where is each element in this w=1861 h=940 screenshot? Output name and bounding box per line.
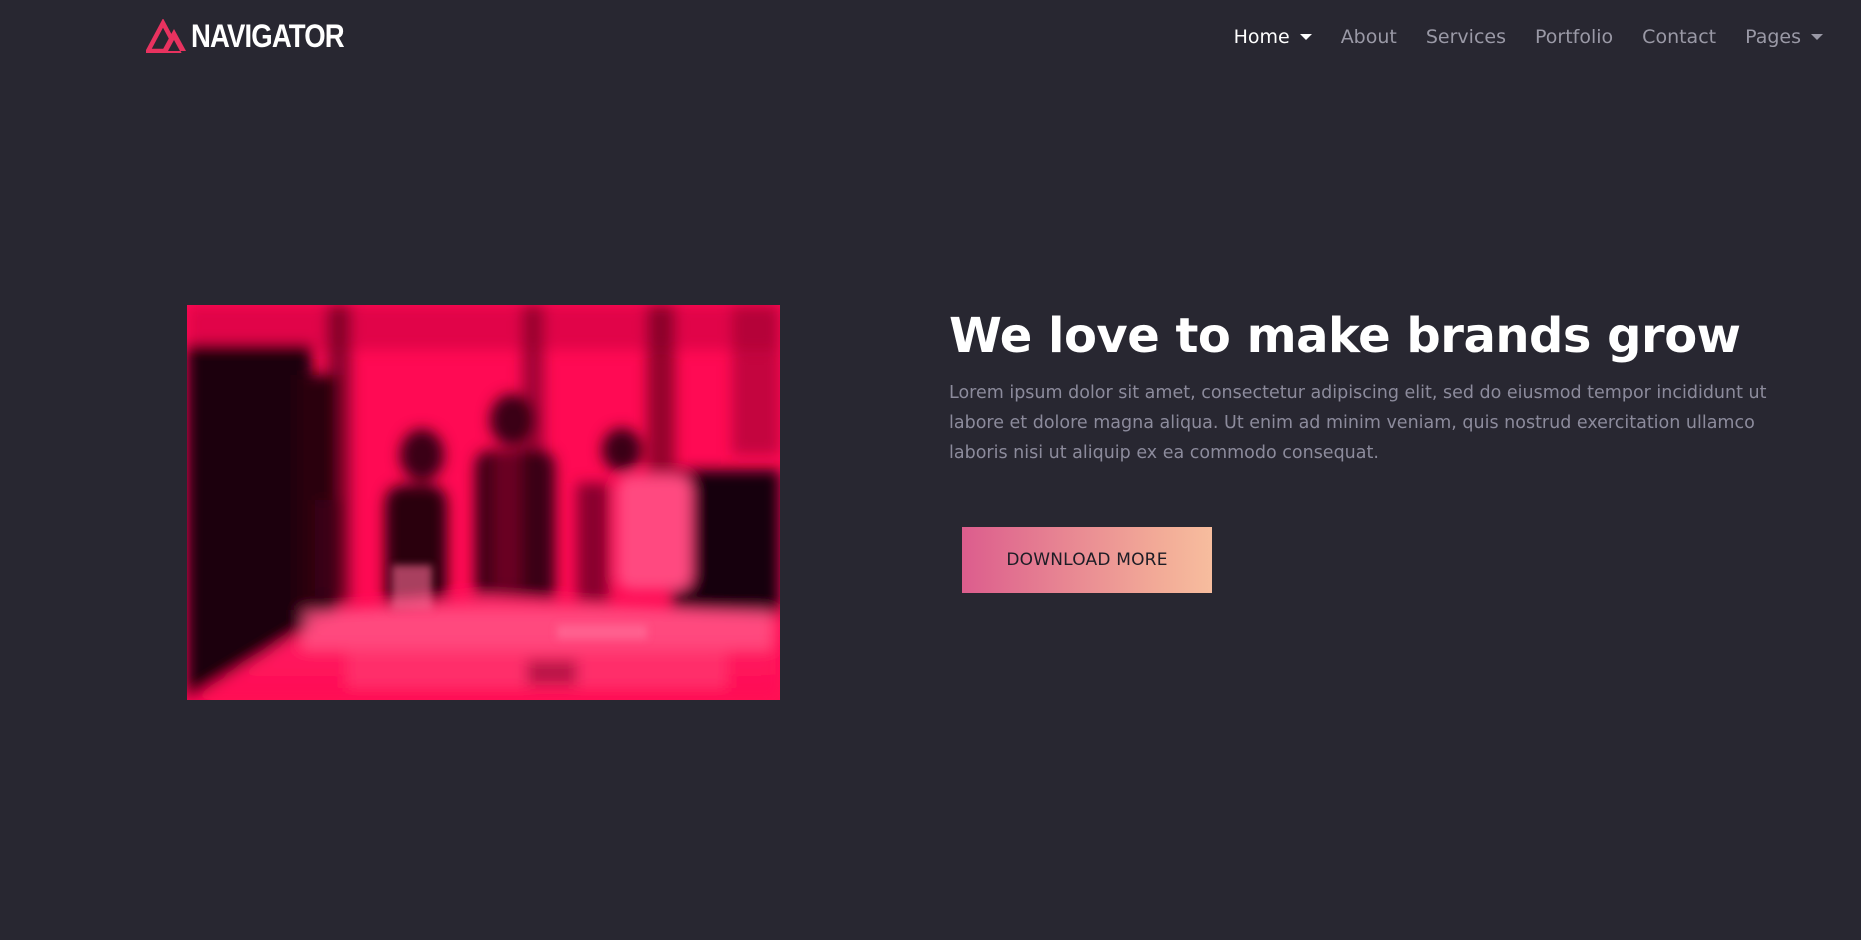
nav-item-contact[interactable]: Contact — [1642, 26, 1716, 48]
nav-item-about[interactable]: About — [1341, 26, 1397, 48]
nav-item-portfolio[interactable]: Portfolio — [1535, 26, 1613, 48]
nav-item-label: Pages — [1745, 26, 1801, 48]
triangle-mountain-logo-icon — [146, 19, 186, 53]
hero-title: We love to make brands grow — [949, 308, 1741, 364]
navbar: NAVIGATOR Home About Services Portfolio … — [0, 0, 1861, 76]
caret-down-icon — [1811, 34, 1823, 40]
hero-image — [187, 305, 780, 700]
nav-item-label: Portfolio — [1535, 26, 1614, 48]
nav-item-services[interactable]: Services — [1426, 26, 1506, 48]
nav-item-label: Services — [1425, 26, 1506, 48]
nav-item-label: About — [1340, 26, 1397, 48]
team-office-photo-icon — [187, 305, 780, 700]
nav-item-pages[interactable]: Pages — [1745, 26, 1823, 48]
nav-item-home[interactable]: Home — [1234, 26, 1312, 48]
brand-name: NAVIGATOR — [191, 18, 345, 54]
caret-down-icon — [1299, 34, 1312, 40]
nav-item-label: Home — [1233, 26, 1290, 48]
hero-description: Lorem ipsum dolor sit amet, consectetur … — [949, 383, 1767, 463]
nav-item-label: Contact — [1642, 26, 1717, 48]
main-nav: Home About Services Portfolio Contact Pa… — [1205, 22, 1823, 52]
download-more-button[interactable]: DOWNLOAD MORE — [962, 527, 1212, 593]
brand-link[interactable]: NAVIGATOR — [146, 18, 369, 54]
